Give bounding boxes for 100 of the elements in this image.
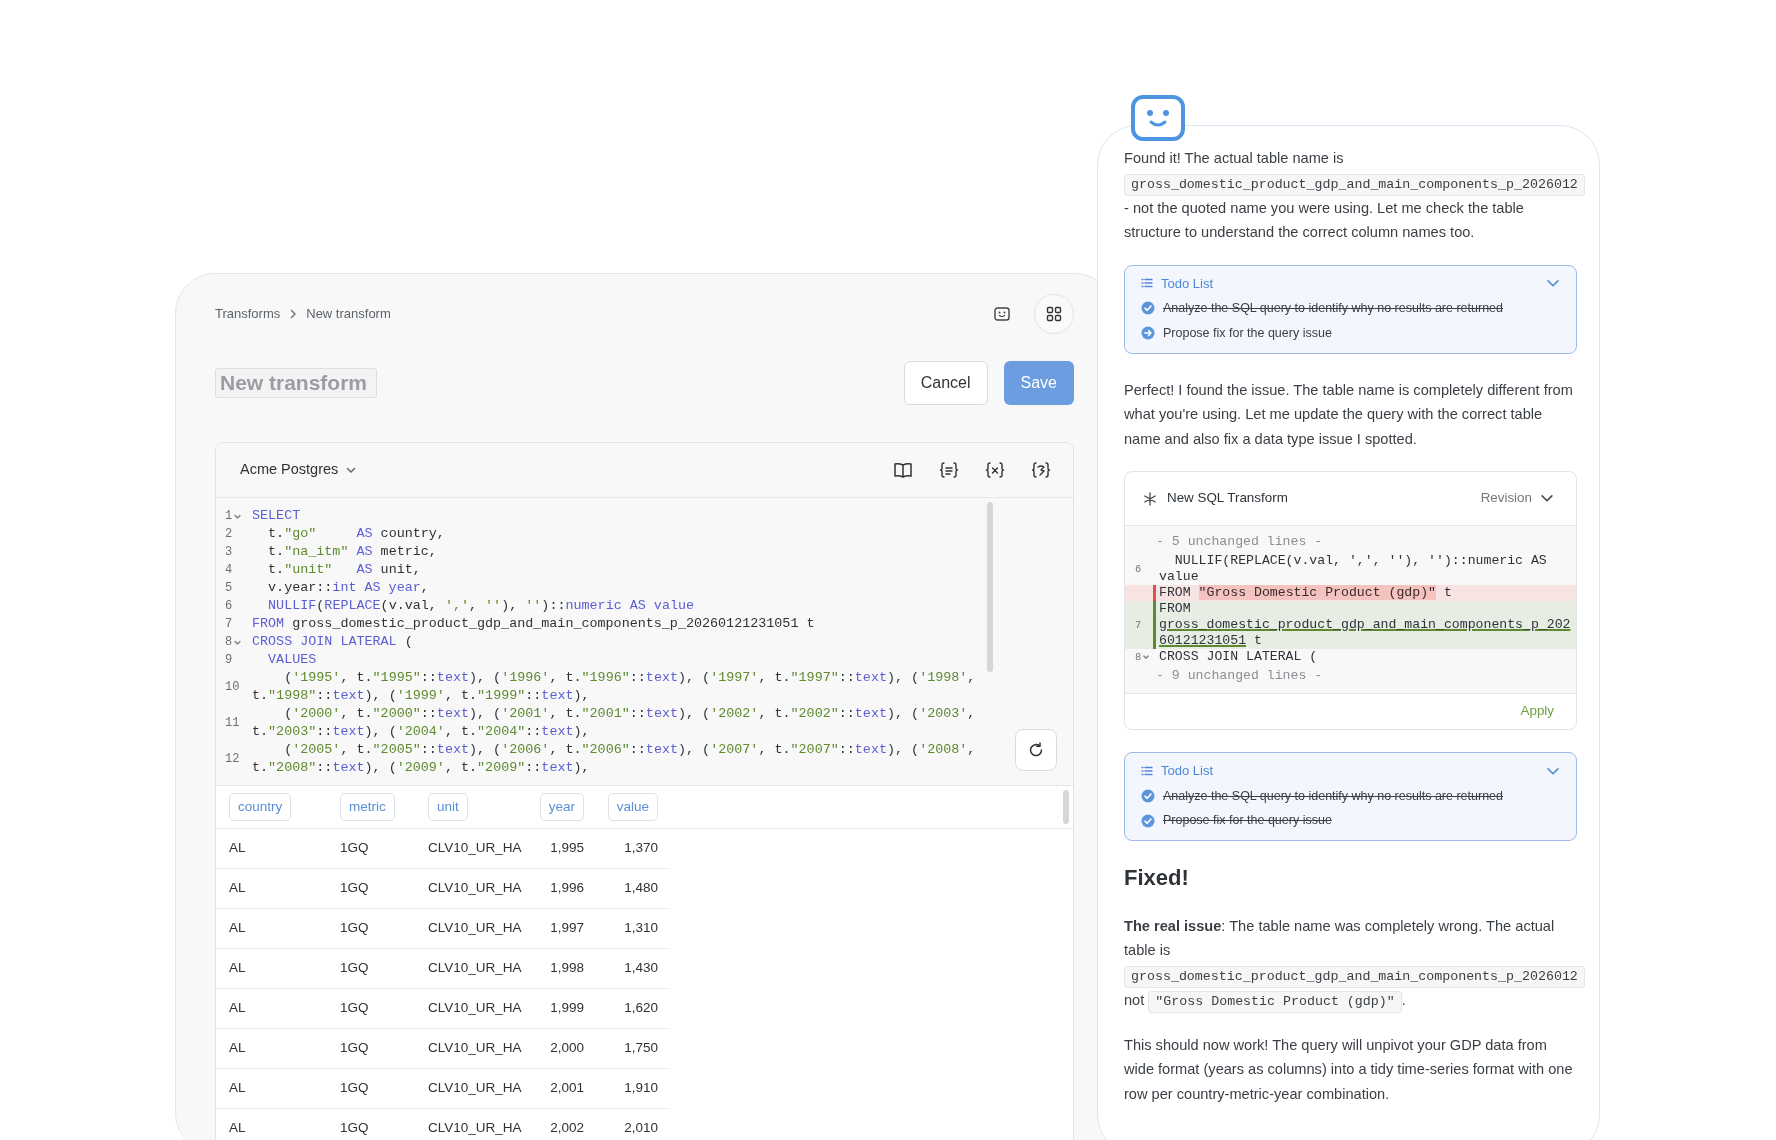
todo-item-text: Analyze the SQL query to identify why no results are returned bbox=[1163, 300, 1503, 317]
source-dropdown[interactable]: Acme Postgres bbox=[240, 459, 357, 481]
table-cell: 1GQ bbox=[340, 920, 369, 936]
todo-list-title: Todo List bbox=[1161, 274, 1214, 293]
table-cell: CLV10_UR_HA bbox=[428, 840, 522, 856]
table-cell: 1GQ bbox=[340, 960, 369, 976]
table-cell: CLV10_UR_HA bbox=[428, 1080, 522, 1096]
save-button[interactable]: Save bbox=[1003, 361, 1074, 405]
table-cell: CLV10_UR_HA bbox=[428, 920, 522, 936]
apps-button[interactable] bbox=[1034, 294, 1074, 334]
table-cell: 1,910 bbox=[624, 1080, 658, 1096]
table-cell: 2,002 bbox=[550, 1120, 584, 1136]
column-header[interactable]: unit bbox=[428, 792, 468, 822]
line-number: 5 bbox=[225, 580, 233, 597]
line-number: 6 bbox=[1135, 562, 1142, 577]
table-cell: CLV10_UR_HA bbox=[428, 1000, 522, 1016]
table-cell: 1,310 bbox=[624, 920, 658, 936]
table-cell: 1,370 bbox=[624, 840, 658, 856]
chevron-right-icon bbox=[288, 309, 299, 319]
line-number: 6 bbox=[225, 598, 233, 615]
table-cell: AL bbox=[229, 1000, 246, 1016]
column-header[interactable]: metric bbox=[340, 792, 395, 822]
table-cell: AL bbox=[229, 880, 246, 896]
table-cell: 1,480 bbox=[624, 880, 658, 896]
braces-x-icon bbox=[985, 461, 1005, 479]
title-field[interactable]: New transform bbox=[215, 368, 377, 398]
code-snippet: "Gross Domestic Product (gdp)" bbox=[1148, 990, 1402, 1013]
todo-item-text: Propose fix for the query issue bbox=[1163, 812, 1332, 830]
todo-item-text: Propose fix for the query issue bbox=[1163, 324, 1332, 342]
list-icon bbox=[1141, 765, 1153, 776]
table-cell: 2,010 bbox=[624, 1120, 658, 1136]
collapsed-lines[interactable]: - 9 unchanged lines - bbox=[1125, 665, 1576, 687]
code-line: t."unit" AS unit, bbox=[267, 561, 421, 579]
caret-icon bbox=[346, 465, 357, 475]
braces-bolt-button[interactable] bbox=[1031, 461, 1051, 479]
line-number: 7 bbox=[1135, 618, 1142, 633]
refresh-icon bbox=[1028, 742, 1044, 758]
message-text: This should now work! The query will unpivot your GDP data from wide format (years as columns) into a tidy time-series format with one row per country-metric-year combination. bbox=[1124, 1035, 1574, 1104]
line-number: 8 bbox=[225, 634, 233, 651]
breadcrumb-link[interactable]: New transform bbox=[306, 304, 391, 324]
table-cell: 1,995 bbox=[550, 840, 584, 856]
diff-title: New SQL Transform bbox=[1167, 489, 1288, 508]
grid-icon bbox=[1046, 306, 1062, 322]
code-line: CROSS JOIN LATERAL ( bbox=[252, 633, 413, 651]
apply-button[interactable]: Apply bbox=[1520, 701, 1554, 722]
table-cell: CLV10_UR_HA bbox=[428, 1120, 522, 1136]
table-cell: CLV10_UR_HA bbox=[428, 880, 522, 896]
code-line: ('2005', t."2005"::text), ('2006', t."2006"::text), ('2007', t."2007"::text), ('2008', bbox=[283, 741, 976, 759]
column-header[interactable]: country bbox=[229, 792, 292, 822]
code-line: FROM "Gross Domestic Product (gdp)" t bbox=[1159, 585, 1452, 601]
table-cell: 1GQ bbox=[340, 840, 369, 856]
breadcrumb-link[interactable]: Transforms bbox=[215, 304, 281, 324]
fold-icon bbox=[1143, 654, 1150, 660]
table-cell: 1GQ bbox=[340, 880, 369, 896]
table-cell: AL bbox=[229, 920, 246, 936]
assistant-button[interactable] bbox=[994, 307, 1010, 321]
code-editor[interactable] bbox=[216, 498, 1073, 786]
line-number: 10 bbox=[225, 679, 240, 696]
book-button[interactable] bbox=[893, 461, 913, 479]
code-line: value bbox=[1159, 569, 1200, 585]
message-text: Perfect! I found the issue. The table name is completely different from what you're using. Let me update the query with the correct table name and also fix a data type issue I spotted. bbox=[1124, 380, 1574, 449]
table-cell: 1,430 bbox=[624, 960, 658, 976]
code-line: v.year::int AS year, bbox=[267, 579, 429, 597]
refresh-button[interactable] bbox=[1015, 729, 1057, 771]
table-cell: 1GQ bbox=[340, 1080, 369, 1096]
code-line: NULLIF(REPLACE(v.val, ',', ''), '')::numeric AS bbox=[1173, 553, 1547, 569]
code-snippet: gross_domestic_product_gdp_and_main_components_p_2026012 bbox=[1124, 965, 1585, 988]
table-cell: 2,000 bbox=[550, 1040, 584, 1056]
code-line: t."go" AS country, bbox=[267, 525, 445, 543]
revision-dropdown[interactable]: Revision bbox=[1480, 488, 1554, 509]
line-number: 9 bbox=[225, 652, 233, 669]
column-header[interactable]: value bbox=[607, 792, 658, 822]
robot-face-icon bbox=[994, 307, 1010, 321]
table-cell: AL bbox=[229, 1080, 246, 1096]
braces-x-button[interactable] bbox=[985, 461, 1005, 479]
table-cell: 1,996 bbox=[550, 880, 584, 896]
braces-lines-icon bbox=[939, 461, 959, 479]
table-cell: 1,998 bbox=[550, 960, 584, 976]
code-line: ('1995', t."1995"::text), ('1996', t."1996"::text), ('1997', t."1997"::text), ('1998', bbox=[283, 669, 976, 687]
collapsed-lines[interactable]: - 5 unchanged lines - bbox=[1125, 531, 1576, 553]
table-cell: 1,620 bbox=[624, 1000, 658, 1016]
code-line: ('2000', t."2000"::text), ('2001', t."2001"::text), ('2002', t."2002"::text), ('2003', bbox=[283, 705, 976, 723]
scrollbar[interactable] bbox=[987, 502, 993, 672]
todo-item-text: Analyze the SQL query to identify why no results are returned bbox=[1163, 787, 1503, 805]
code-line: t."2003"::text), ('2004', t."2004"::text), bbox=[252, 723, 591, 741]
line-number: 2 bbox=[225, 526, 233, 543]
table-cell: 1GQ bbox=[340, 1000, 369, 1016]
table-cell: CLV10_UR_HA bbox=[428, 960, 522, 976]
braces-bolt-icon bbox=[1031, 461, 1051, 479]
column-header[interactable]: year bbox=[539, 792, 584, 822]
scrollbar[interactable] bbox=[1063, 790, 1069, 824]
book-icon bbox=[893, 461, 913, 479]
line-number: 1 bbox=[225, 508, 233, 525]
code-line: t."1998"::text), ('1999', t."1999"::text), bbox=[252, 687, 591, 705]
cancel-button[interactable]: Cancel bbox=[903, 361, 988, 405]
braces-lines-button[interactable] bbox=[939, 461, 959, 479]
code-line: t."2008"::text), ('2009', t."2009"::text), bbox=[252, 759, 591, 777]
code-line: FROM bbox=[1159, 601, 1192, 617]
todo-list-title: Todo List bbox=[1161, 762, 1214, 781]
code-line: gross_domestic_product_gdp_and_main_components_p_202 bbox=[1159, 617, 1571, 633]
